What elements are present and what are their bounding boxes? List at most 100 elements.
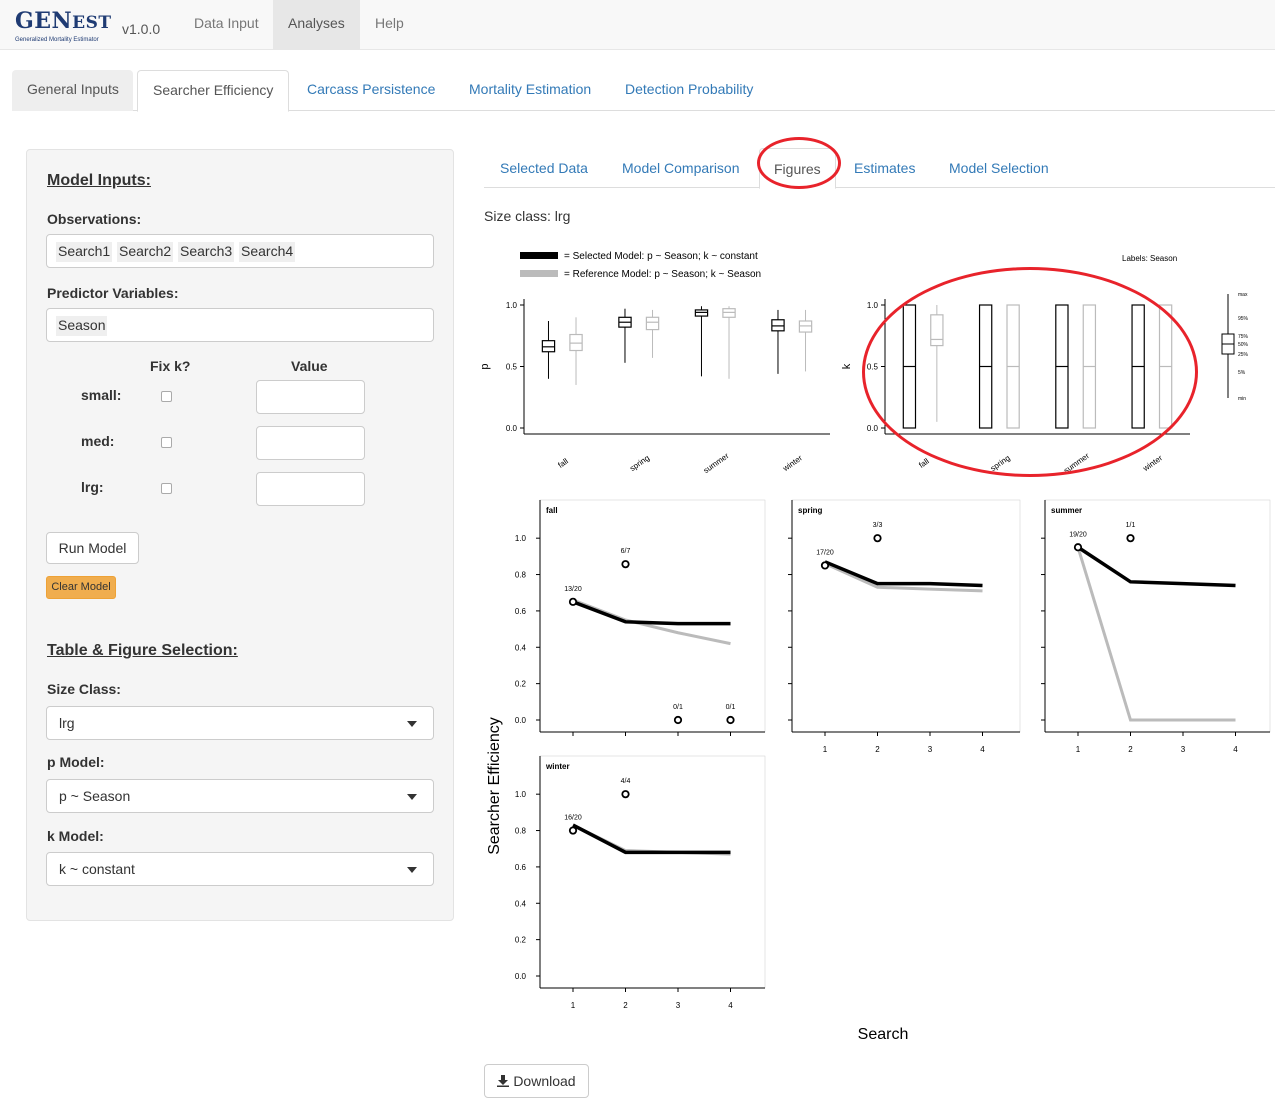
key-label: max (1238, 292, 1248, 298)
key-label: 25% (1238, 352, 1249, 358)
legend-swatch-reference (520, 270, 558, 277)
run-model-button[interactable]: Run Model (46, 532, 139, 564)
fix-k-small-checkbox[interactable] (161, 391, 172, 402)
tab-mortality-estimation[interactable]: Mortality Estimation (454, 70, 606, 111)
observation-chip[interactable]: Search4 (239, 242, 296, 262)
x-tick-label: 2 (623, 1001, 628, 1010)
tab-detection-probability[interactable]: Detection Probability (610, 70, 768, 111)
x-tick-label: 4 (980, 745, 985, 754)
observed-point (621, 560, 630, 569)
observed-point (820, 561, 830, 570)
predictor-variables-label: Predictor Variables: (47, 285, 179, 301)
reference-model-line (1076, 546, 1236, 722)
y-tick-label: 0.8 (515, 827, 527, 836)
observation-chip[interactable]: Search2 (117, 242, 174, 262)
subtab-estimates[interactable]: Estimates (854, 148, 915, 188)
reference-model-line (572, 598, 731, 646)
observations-label: Observations: (47, 211, 142, 227)
observed-point (568, 826, 578, 835)
labels-note: Labels: Season (1122, 254, 1177, 263)
predictor-chip[interactable]: Season (56, 316, 108, 336)
value-header: Value (291, 358, 328, 374)
observed-point (726, 715, 735, 725)
box (798, 320, 813, 333)
y-tick-label: 0.6 (515, 607, 527, 616)
size-class-select[interactable]: lrg (46, 706, 434, 740)
logo-wordmark: GENEST (15, 8, 112, 34)
y-tick-label: 0.2 (515, 936, 527, 945)
key-label: 50% (1238, 342, 1249, 348)
legend-swatch-selected (520, 252, 558, 259)
y-tick-label: 0.2 (515, 680, 527, 689)
size-med-label: med: (81, 433, 115, 449)
y-tick-label: 0.4 (515, 899, 527, 908)
panel-frame (791, 499, 1021, 733)
box (645, 316, 660, 331)
clear-model-button[interactable]: Clear Model (46, 576, 116, 599)
key-label: 95% (1238, 316, 1249, 322)
y-axis-label: k (841, 363, 853, 369)
observation-chip[interactable]: Search3 (178, 242, 235, 262)
selected-model-line (572, 823, 731, 855)
fix-k-med-checkbox[interactable] (161, 437, 172, 448)
k-lrg-value-input[interactable] (256, 472, 365, 506)
y-tick-label: 0.5 (506, 363, 518, 372)
panel-title: fall (546, 506, 558, 515)
k-med-value-input[interactable] (256, 426, 365, 460)
observed-point (1073, 543, 1083, 552)
size-class-text: Size class: lrg (484, 208, 571, 224)
predictor-variables-input[interactable]: Season (46, 308, 434, 342)
panel-frame (539, 499, 766, 733)
tab-general-inputs[interactable]: General Inputs (12, 70, 133, 111)
subtab-model-comparison[interactable]: Model Comparison (622, 148, 740, 188)
x-tick-label: 4 (728, 1001, 733, 1010)
tab-carcass-persistence[interactable]: Carcass Persistence (292, 70, 450, 111)
x-tick-label: 3 (928, 745, 933, 754)
legend-label-reference: = Reference Model: p ~ Season; k ~ Seaso… (564, 269, 761, 280)
k-model-select[interactable]: k ~ constant (46, 852, 434, 886)
k-small-value-input[interactable] (256, 380, 365, 414)
genest-logo[interactable]: GENEST v1.0.0 Generalized Mortality Esti… (15, 8, 175, 48)
subtab-model-selection[interactable]: Model Selection (949, 148, 1049, 188)
key-label: 75% (1238, 334, 1249, 340)
p-model-select[interactable]: p ~ Season (46, 779, 434, 813)
y-tick-label: 1.0 (515, 790, 527, 799)
nav-analyses[interactable]: Analyses (273, 0, 360, 49)
key-label: 5% (1238, 370, 1246, 376)
observed-label: 3/3 (873, 522, 883, 529)
box (694, 309, 709, 317)
fix-k-lrg-checkbox[interactable] (161, 483, 172, 494)
figures-tab-highlight-ring (757, 137, 841, 189)
x-tick-label: 1 (1076, 745, 1081, 754)
observation-chip[interactable]: Search1 (56, 242, 113, 262)
nav-data-input[interactable]: Data Input (179, 0, 274, 49)
selected-model-line (1077, 545, 1236, 588)
tab-searcher-efficiency[interactable]: Searcher Efficiency (137, 70, 290, 112)
observed-label: 16/20 (564, 815, 582, 822)
chevron-down-icon (407, 721, 417, 727)
box (722, 308, 736, 318)
size-small-label: small: (81, 387, 122, 403)
observed-point (873, 534, 882, 543)
reference-model-line (572, 823, 731, 856)
fix-k-header: Fix k? (150, 358, 191, 374)
box (541, 340, 556, 353)
panel-title: summer (1051, 506, 1082, 515)
observed-label: 0/1 (673, 704, 683, 711)
x-tick-label: 2 (1128, 745, 1133, 754)
y-tick-label: 0.0 (515, 716, 527, 725)
observed-label: 1/1 (1126, 522, 1136, 529)
observed-point (621, 790, 630, 799)
nav-help[interactable]: Help (360, 0, 419, 49)
observations-input[interactable]: Search1 Search2 Search3 Search4 (46, 234, 434, 268)
x-tick-label: 2 (875, 745, 880, 754)
download-button[interactable]: Download (484, 1064, 589, 1098)
y-tick-label: 0.0 (867, 424, 879, 433)
y-tick-label: 0.0 (515, 972, 527, 981)
chevron-down-icon (407, 794, 417, 800)
y-tick-label: 1.0 (506, 301, 518, 310)
panel-frame (1044, 499, 1271, 733)
y-tick-label: 1.0 (867, 301, 879, 310)
subtab-selected-data[interactable]: Selected Data (500, 148, 588, 188)
table-figure-selection-title: Table & Figure Selection: (47, 642, 238, 659)
